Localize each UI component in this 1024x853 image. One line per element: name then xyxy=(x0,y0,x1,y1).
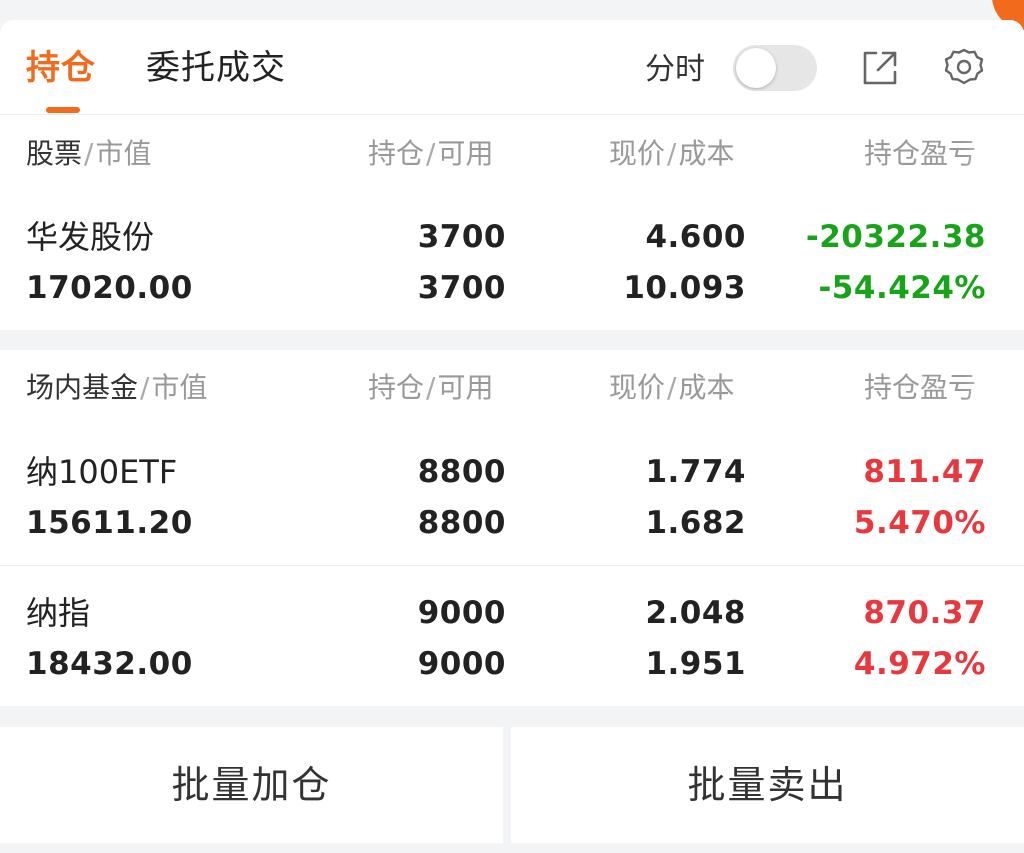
fund-position: 8800 xyxy=(417,454,506,490)
fund-name: 纳指 xyxy=(26,594,91,632)
tab-orders-trades[interactable]: 委托成交 xyxy=(146,46,286,90)
funds-name-header: 场内基金/市值 xyxy=(26,371,208,404)
stock-cost: 10.093 xyxy=(623,270,746,306)
stock-name: 华发股份 xyxy=(26,218,155,256)
stocks-header-price: 现价 xyxy=(609,137,666,170)
stock-pnl-pct: -54.424% xyxy=(818,270,986,306)
fund-pnl-pct: 4.972% xyxy=(853,646,986,682)
stocks-qty-header: 持仓/可用 xyxy=(368,137,494,170)
fund-available: 8800 xyxy=(417,505,506,541)
fund-cost: 1.682 xyxy=(645,505,746,541)
stocks-header-cost: 成本 xyxy=(678,137,735,170)
section-divider xyxy=(0,330,1024,350)
stock-market-value: 17020.00 xyxy=(26,270,193,306)
fund-pnl: 811.47 xyxy=(863,454,986,490)
stocks-header-available: 可用 xyxy=(437,137,494,170)
funds-price-header: 现价/成本 xyxy=(609,371,735,404)
stock-available: 3700 xyxy=(417,270,506,306)
fund-pnl-pct: 5.470% xyxy=(853,505,986,541)
stocks-header-position: 持仓 xyxy=(368,137,425,170)
stocks-pnl-header: 持仓盈亏 xyxy=(864,137,977,170)
active-tab-indicator xyxy=(46,107,80,113)
toggle-knob xyxy=(736,48,776,88)
fund-pnl: 870.37 xyxy=(863,595,986,631)
fund-cost: 1.951 xyxy=(645,646,746,682)
fund-price: 2.048 xyxy=(645,595,746,631)
fund-market-value: 15611.20 xyxy=(26,505,193,541)
funds-header-available: 可用 xyxy=(437,371,494,404)
share-external-icon[interactable] xyxy=(858,46,902,90)
batch-add-button[interactable]: 批量加仓 xyxy=(0,727,503,843)
funds-header-position: 持仓 xyxy=(368,371,425,404)
fund-name: 纳100ETF xyxy=(26,453,178,491)
header-fade xyxy=(964,134,1024,174)
funds-header-price: 现价 xyxy=(609,371,666,404)
funds-header-name: 场内基金 xyxy=(26,371,139,404)
tab-holdings[interactable]: 持仓 xyxy=(26,46,96,90)
fund-position: 9000 xyxy=(417,595,506,631)
funds-header-cost: 成本 xyxy=(678,371,735,404)
funds-qty-header: 持仓/可用 xyxy=(368,371,494,404)
intraday-toggle-label: 分时 xyxy=(645,52,705,87)
intraday-toggle[interactable] xyxy=(733,45,817,91)
fund-market-value: 18432.00 xyxy=(26,646,193,682)
fund-available: 9000 xyxy=(417,646,506,682)
stock-price: 4.600 xyxy=(645,219,746,255)
batch-sell-button[interactable]: 批量卖出 xyxy=(511,727,1024,843)
stock-pnl: -20322.38 xyxy=(805,219,986,255)
gear-icon[interactable] xyxy=(942,46,986,90)
stock-position: 3700 xyxy=(417,219,506,255)
header-fade xyxy=(964,368,1024,408)
stocks-header-name: 股票 xyxy=(26,137,83,170)
stocks-header-market-value: 市值 xyxy=(95,137,152,170)
fund-price: 1.774 xyxy=(645,454,746,490)
funds-header-market-value: 市值 xyxy=(151,371,208,404)
header-bar: 持仓 委托成交 分时 xyxy=(0,20,1024,115)
funds-pnl-header: 持仓盈亏 xyxy=(864,371,977,404)
holdings-screen: 持仓 委托成交 分时 股票/市值 持仓/可用 现价/成本 持仓盈亏 华发股份 1… xyxy=(0,0,1024,853)
stocks-name-header: 股票/市值 xyxy=(26,137,152,170)
holdings-panel: 持仓 委托成交 分时 股票/市值 持仓/可用 现价/成本 持仓盈亏 华发股份 1… xyxy=(0,20,1024,853)
stocks-price-header: 现价/成本 xyxy=(609,137,735,170)
row-divider xyxy=(0,565,1024,566)
